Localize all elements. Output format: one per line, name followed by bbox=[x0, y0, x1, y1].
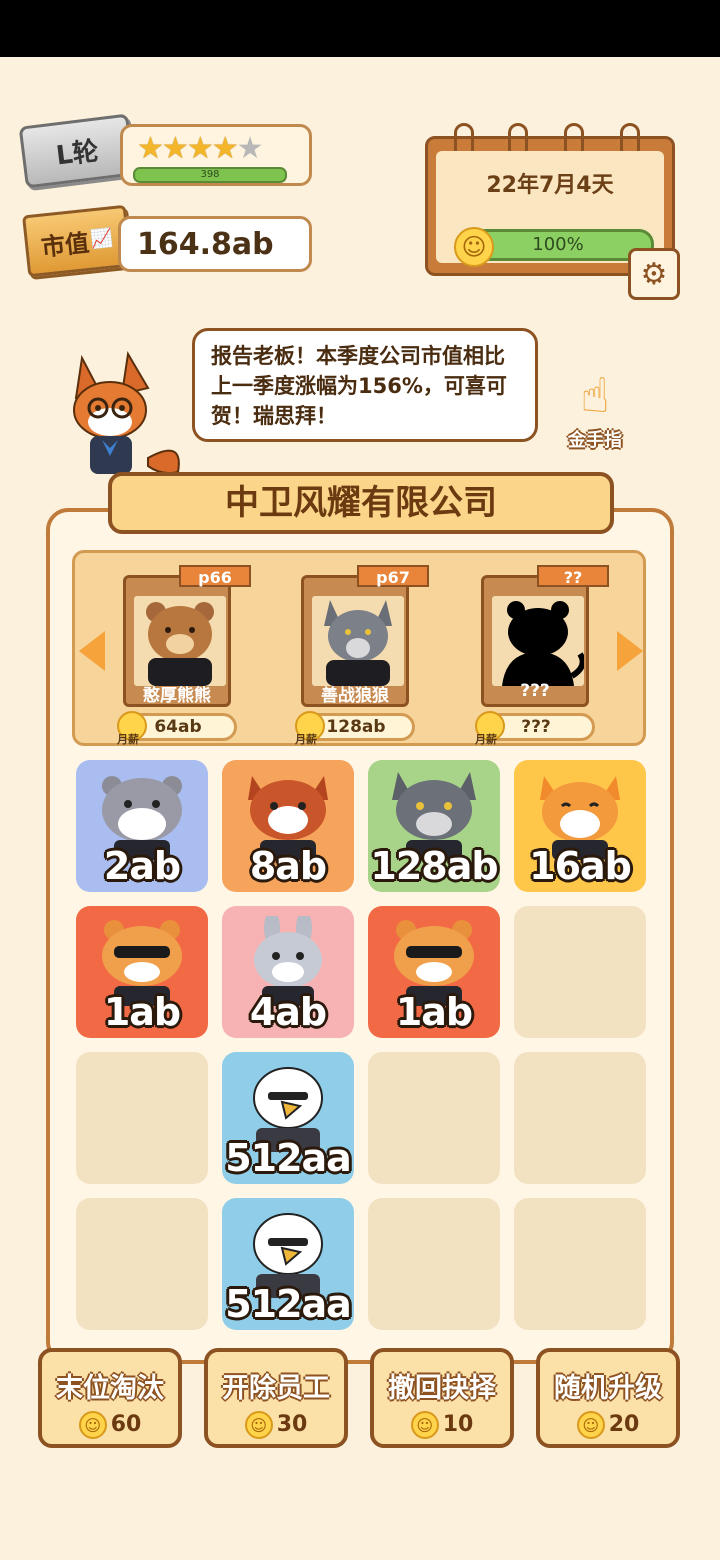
monthly-label: 月薪 bbox=[117, 733, 139, 746]
tile-value: 1ab bbox=[395, 990, 473, 1034]
recruit-card[interactable]: p66 憨厚熊熊 bbox=[123, 565, 251, 707]
star-icon: ★ bbox=[211, 131, 239, 166]
fox-assistant-avatar bbox=[73, 351, 180, 475]
mood-percent: 100% bbox=[532, 234, 584, 255]
chart-up-icon: 📈 bbox=[89, 226, 115, 251]
market-value-label: 市值 bbox=[39, 228, 91, 262]
settings-button[interactable]: ⚙ bbox=[628, 248, 680, 300]
company-name-banner: 中卫风耀有限公司 bbox=[108, 472, 614, 534]
company-name: 中卫风耀有限公司 bbox=[225, 483, 497, 523]
cost-value: 60 bbox=[110, 1412, 142, 1437]
smile-icon: ☺ bbox=[454, 227, 494, 267]
empty-slot[interactable] bbox=[76, 1198, 208, 1330]
employee-tile-eagle[interactable]: 512aa bbox=[222, 1052, 354, 1184]
empty-slot[interactable] bbox=[368, 1052, 500, 1184]
tile-value: 128ab bbox=[370, 844, 498, 888]
round-tag: L轮 bbox=[18, 113, 136, 189]
action-label: 末位淘汰 bbox=[56, 1373, 164, 1404]
fire-employee-button[interactable]: 开除员工 ☺ 30 bbox=[204, 1348, 348, 1448]
cost-value: 30 bbox=[276, 1412, 308, 1437]
tile-value: 4ab bbox=[249, 990, 327, 1034]
cost-value: 10 bbox=[442, 1412, 474, 1437]
employee-tile-eagle[interactable]: 512aa bbox=[222, 1198, 354, 1330]
recruit-card[interactable]: ?? ??? bbox=[481, 565, 609, 707]
price-value: 128ab bbox=[326, 717, 386, 737]
gear-icon: ⚙ bbox=[640, 256, 668, 292]
smile-icon: ☺ bbox=[410, 1411, 439, 1439]
action-label: 撤回抉择 bbox=[388, 1373, 496, 1404]
action-cost: ☺ 60 bbox=[42, 1411, 178, 1439]
calendar-date: 22年7月4天 bbox=[486, 173, 614, 198]
tile-value: 512aa bbox=[225, 1282, 352, 1326]
empty-slot[interactable] bbox=[368, 1198, 500, 1330]
star-icon: ★ bbox=[161, 131, 189, 166]
card-name: 善战狼狼 bbox=[321, 686, 389, 706]
smile-icon: ☺ bbox=[244, 1411, 273, 1439]
smile-icon: ☺ bbox=[576, 1411, 605, 1439]
star-icon: ★ bbox=[186, 131, 214, 166]
employee-tile-rabbit[interactable]: 4ab bbox=[222, 906, 354, 1038]
arrow-left-icon[interactable] bbox=[79, 631, 105, 671]
action-label: 随机升级 bbox=[554, 1373, 662, 1404]
employee-tile-hamster[interactable]: 2ab bbox=[76, 760, 208, 892]
star-icon: ★ bbox=[137, 131, 164, 166]
bear-portrait bbox=[134, 596, 226, 686]
empty-slot[interactable] bbox=[514, 1198, 646, 1330]
smile-icon: ☺ bbox=[78, 1411, 107, 1439]
xp-bar: 398 bbox=[133, 167, 287, 183]
market-value-panel: 164.8ab bbox=[118, 216, 312, 272]
recruit-card[interactable]: p67 善战狼狼 bbox=[301, 565, 429, 707]
pointing-hand-icon: ☝ bbox=[580, 368, 610, 424]
rating-panel: ★★★★★ 398 bbox=[120, 124, 312, 186]
employee-tile-tiger[interactable]: 1ab bbox=[368, 906, 500, 1038]
speech-text: 报告老板！本季度公司市值相比上一季度涨幅为156%，可喜可贺！瑞思拜！ bbox=[211, 344, 507, 428]
market-value: 164.8ab bbox=[137, 227, 274, 262]
recruit-carousel: p66 憨厚熊熊 p67 善战狼狼 ?? ??? 64ab 月薪 128ab 月… bbox=[72, 550, 646, 746]
calendar-page: 22年7月4天 100% ☺ bbox=[436, 151, 664, 267]
star-empty-icon: ★ bbox=[236, 131, 264, 166]
status-bar bbox=[0, 0, 720, 57]
empty-slot[interactable] bbox=[76, 1052, 208, 1184]
employee-tile-wolf[interactable]: 128ab bbox=[368, 760, 500, 892]
action-cost: ☺ 10 bbox=[374, 1411, 510, 1439]
undo-choice-button[interactable]: 撤回抉择 ☺ 10 bbox=[370, 1348, 514, 1448]
monthly-label: 月薪 bbox=[475, 733, 497, 746]
wolf-portrait bbox=[312, 596, 404, 686]
market-value-tag: 市值 📈 bbox=[22, 204, 132, 278]
tile-value: 1ab bbox=[103, 990, 181, 1034]
locked-silhouette bbox=[492, 596, 584, 686]
card-level: ?? bbox=[537, 565, 609, 587]
employee-tile-red-panda[interactable]: 8ab bbox=[222, 760, 354, 892]
card-level: p67 bbox=[357, 565, 429, 587]
star-rating: ★★★★★ bbox=[137, 131, 264, 166]
arrow-right-icon[interactable] bbox=[617, 631, 643, 671]
tile-value: 8ab bbox=[249, 844, 327, 888]
card-level: p66 bbox=[179, 565, 251, 587]
speech-bubble: 报告老板！本季度公司市值相比上一季度涨幅为156%，可喜可贺！瑞思拜！ bbox=[192, 328, 538, 442]
cost-value: 20 bbox=[608, 1412, 640, 1437]
golden-finger-label: 金手指 bbox=[568, 430, 622, 451]
tile-value: 2ab bbox=[103, 844, 181, 888]
action-cost: ☺ 20 bbox=[540, 1411, 676, 1439]
empty-slot[interactable] bbox=[514, 906, 646, 1038]
card-name: ??? bbox=[520, 681, 550, 701]
employee-tile-cat[interactable]: 16ab bbox=[514, 760, 646, 892]
card-name: 憨厚熊熊 bbox=[143, 686, 211, 706]
price-value: 64ab bbox=[154, 717, 202, 737]
eliminate-last-button[interactable]: 末位淘汰 ☺ 60 bbox=[38, 1348, 182, 1448]
employee-tile-tiger[interactable]: 1ab bbox=[76, 906, 208, 1038]
round-label: L轮 bbox=[54, 135, 101, 171]
random-upgrade-button[interactable]: 随机升级 ☺ 20 bbox=[536, 1348, 680, 1448]
golden-finger-button[interactable]: ☝ 金手指 bbox=[554, 366, 636, 456]
monthly-label: 月薪 bbox=[295, 733, 317, 746]
tile-value: 512aa bbox=[225, 1136, 352, 1180]
action-label: 开除员工 bbox=[222, 1373, 330, 1404]
price-value: ??? bbox=[521, 717, 551, 737]
action-cost: ☺ 30 bbox=[208, 1411, 344, 1439]
tile-value: 16ab bbox=[529, 844, 632, 888]
empty-slot[interactable] bbox=[514, 1052, 646, 1184]
xp-value: 398 bbox=[200, 169, 220, 180]
